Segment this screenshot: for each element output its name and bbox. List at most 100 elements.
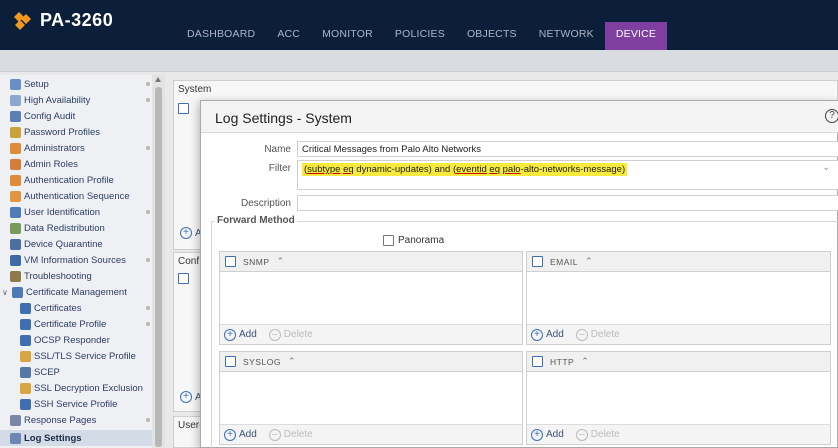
delete-label: Delete — [590, 329, 620, 340]
certificate-management-icon — [12, 286, 23, 298]
syslog-grid: SYSLOG ⌃ + Add – Delete — [219, 351, 523, 445]
top-bar: PA-3260 DASHBOARD ACC MONITOR POLICIES O… — [0, 0, 838, 54]
syslog-add-button[interactable]: + Add — [224, 428, 257, 441]
sidebar-item-admin-roles[interactable]: Admin Roles — [10, 158, 78, 170]
scroll-up-arrow-icon[interactable] — [155, 77, 161, 82]
add-label: Add — [239, 429, 257, 440]
sidebar-item-vm-information-sources[interactable]: VM Information Sources — [10, 254, 150, 266]
help-icon[interactable]: ? — [825, 109, 838, 123]
sidebar-item-label: User Identification — [24, 206, 101, 218]
sidebar-item-label: Config Audit — [24, 110, 76, 122]
sidebar-item-label: Administrators — [24, 142, 85, 154]
sidebar-item-authentication-profile[interactable]: Authentication Profile — [10, 174, 114, 186]
add-button[interactable]: + A — [180, 227, 202, 239]
sort-ascending-icon[interactable]: ⌃ — [277, 256, 285, 267]
snmp-column-header[interactable]: SNMP — [243, 257, 270, 267]
sort-ascending-icon[interactable]: ⌃ — [581, 356, 589, 367]
sidebar-item-troubleshooting[interactable]: Troubleshooting — [10, 270, 92, 282]
minus-icon: – — [268, 328, 281, 341]
scrollbar-thumb[interactable] — [155, 87, 162, 447]
sidebar-item-ssh-service-profile[interactable]: SSH Service Profile — [20, 398, 117, 410]
plus-icon: + — [224, 428, 236, 441]
sidebar-item-password-profiles[interactable]: Password Profiles — [10, 126, 100, 138]
status-dot-icon — [146, 306, 150, 310]
panorama-option[interactable]: Panorama — [383, 235, 444, 246]
http-column-header[interactable]: HTTP — [550, 357, 574, 367]
device-quarantine-icon — [10, 238, 21, 250]
email-select-all-checkbox[interactable] — [532, 256, 543, 267]
email-column-header[interactable]: EMAIL — [550, 257, 578, 267]
sidebar-item-config-audit[interactable]: Config Audit — [10, 110, 75, 122]
sidebar-item-administrators[interactable]: Administrators — [10, 142, 150, 154]
sidebar-item-setup[interactable]: Setup — [10, 78, 150, 90]
syslog-column-header[interactable]: SYSLOG — [243, 357, 281, 367]
status-dot-icon — [146, 146, 150, 150]
authentication-sequence-icon — [10, 190, 21, 202]
http-grid-header: HTTP ⌃ — [527, 352, 830, 372]
email-delete-button[interactable]: – Delete — [575, 328, 620, 341]
sidebar-item-authentication-sequence[interactable]: Authentication Sequence — [10, 190, 130, 202]
password-key-icon — [10, 126, 21, 138]
select-all-checkbox[interactable] — [178, 273, 189, 284]
admin-roles-icon — [10, 158, 21, 170]
sidebar-item-certificate-profile[interactable]: Certificate Profile — [20, 318, 150, 330]
name-field[interactable]: Critical Messages from Palo Alto Network… — [297, 141, 838, 157]
sidebar-item-ssl-decryption-exclusion[interactable]: SSL Decryption Exclusion — [20, 382, 150, 394]
select-all-checkbox[interactable] — [178, 103, 189, 114]
sidebar-item-label: Log Settings — [24, 432, 82, 444]
troubleshooting-icon — [10, 270, 21, 282]
dialog-title: Log Settings - System — [215, 110, 352, 126]
sidebar-item-certificate-management[interactable]: ∨ Certificate Management — [2, 286, 127, 298]
sidebar-item-label: Setup — [24, 78, 49, 90]
sidebar-item-response-pages[interactable]: Response Pages — [10, 414, 150, 426]
email-add-button[interactable]: + Add — [531, 328, 564, 341]
http-select-all-checkbox[interactable] — [532, 356, 543, 367]
panorama-label: Panorama — [398, 235, 445, 246]
sidebar-item-scep[interactable]: SCEP — [20, 366, 60, 378]
sidebar-item-label: Certificates — [34, 302, 82, 314]
sidebar-item-device-quarantine[interactable]: Device Quarantine — [10, 238, 103, 250]
minus-icon: – — [268, 428, 281, 441]
add-button[interactable]: + A — [180, 391, 202, 403]
sidebar-scrollbar[interactable] — [152, 75, 165, 448]
sidebar-item-label: SCEP — [34, 366, 60, 378]
syslog-delete-button[interactable]: – Delete — [268, 428, 313, 441]
panorama-checkbox[interactable] — [383, 235, 394, 246]
log-settings-dialog: Log Settings - System ? Name Critical Me… — [200, 100, 838, 448]
sort-ascending-icon[interactable]: ⌃ — [288, 356, 296, 367]
delete-label: Delete — [590, 429, 620, 440]
syslog-select-all-checkbox[interactable] — [225, 356, 236, 367]
panel-checkbox-wrap — [178, 103, 189, 117]
sidebar-item-log-settings[interactable]: Log Settings — [0, 430, 152, 446]
http-grid-footer: + Add – Delete — [527, 424, 830, 444]
add-label: Add — [546, 429, 564, 440]
http-delete-button[interactable]: – Delete — [575, 428, 620, 441]
sort-ascending-icon[interactable]: ⌃ — [585, 256, 593, 267]
filter-field[interactable]: (subtype eq dynamic-updates) and (eventi… — [297, 160, 838, 190]
certificate-profile-icon — [20, 318, 31, 330]
plus-icon: + — [531, 428, 543, 441]
snmp-delete-button[interactable]: – Delete — [268, 328, 313, 341]
email-grid: EMAIL ⌃ + Add – Delete — [526, 251, 831, 345]
device-title: PA-3260 — [40, 10, 114, 30]
snmp-grid-footer: + Add – Delete — [220, 324, 522, 344]
http-add-button[interactable]: + Add — [531, 428, 564, 441]
config-audit-icon — [10, 110, 21, 122]
sidebar-item-data-redistribution[interactable]: Data Redistribution — [10, 222, 105, 234]
sidebar-item-high-availability[interactable]: High Availability — [10, 94, 150, 106]
status-dot-icon — [146, 98, 150, 102]
sidebar-item-label: Certificate Profile — [34, 318, 107, 330]
description-label: Description — [240, 198, 291, 209]
chevron-down-icon[interactable]: ∨ — [2, 288, 10, 297]
status-dot-icon — [146, 210, 150, 214]
description-field[interactable] — [297, 195, 838, 211]
sidebar-item-label: OCSP Responder — [34, 334, 110, 346]
chevron-down-icon[interactable]: ⌄ — [822, 162, 830, 173]
snmp-add-button[interactable]: + Add — [224, 328, 257, 341]
snmp-select-all-checkbox[interactable] — [225, 256, 236, 267]
sidebar-item-ocsp-responder[interactable]: OCSP Responder — [20, 334, 110, 346]
sidebar-item-ssl-tls-service-profile[interactable]: SSL/TLS Service Profile — [20, 350, 136, 362]
sidebar-item-label: Authentication Sequence — [24, 190, 130, 202]
sidebar-item-user-identification[interactable]: User Identification — [10, 206, 150, 218]
sidebar-item-certificates[interactable]: Certificates — [20, 302, 150, 314]
